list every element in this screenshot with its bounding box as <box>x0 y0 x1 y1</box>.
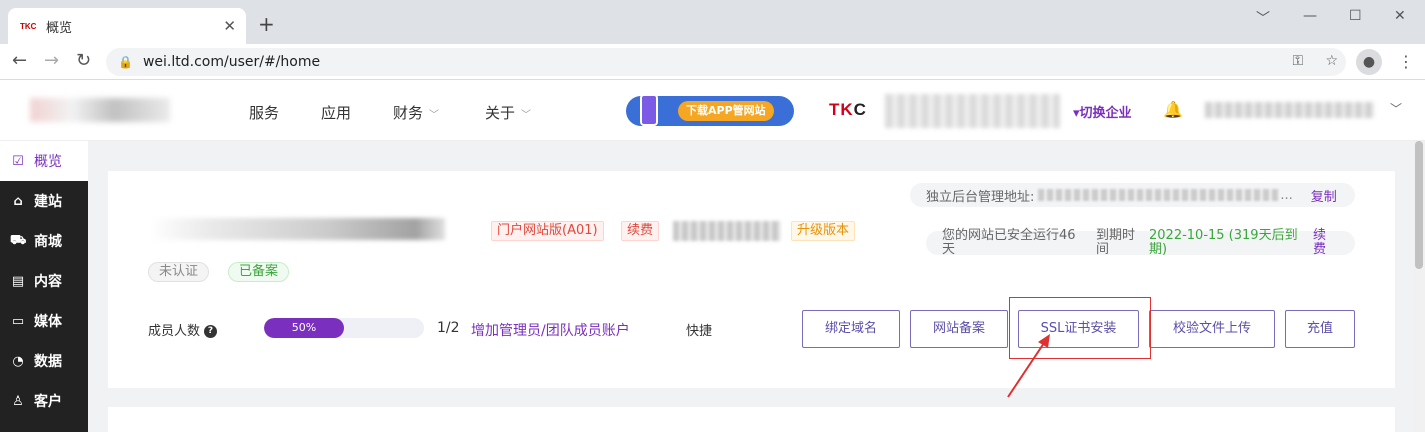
annotation-arrow-icon <box>1007 334 1050 398</box>
sidebar-item-media[interactable]: ▭ 媒体 <box>0 301 88 341</box>
running-days-text: 您的网站已安全运行46 天 <box>942 228 1076 257</box>
brand-logo: TKC <box>829 100 867 119</box>
pie-icon: ◔ <box>12 353 24 369</box>
tab-search-chevron-icon[interactable]: ﹀ <box>1256 8 1270 28</box>
nav-item-apps[interactable]: 应用 <box>321 102 351 123</box>
chevron-down-icon: ﹀ <box>429 110 440 121</box>
home-icon: ⌂ <box>13 193 23 209</box>
tab-title: 概览 <box>46 20 73 36</box>
forward-icon[interactable]: → <box>44 51 59 71</box>
chevron-down-icon: ﹀ <box>521 110 532 121</box>
nav-item-about[interactable]: 关于 ﹀ <box>485 102 531 123</box>
recharge-button[interactable]: 充值 <box>1285 310 1355 348</box>
phone-icon <box>640 94 658 126</box>
browser-toolbar: ← → ↻ 🔒 wei.ltd.com/user/#/home ⚿ ☆ <box>0 44 1425 80</box>
member-count-label: 成员人数? <box>148 320 218 339</box>
nav-item-service[interactable]: 服务 <box>249 102 279 123</box>
bind-domain-button[interactable]: 绑定域名 <box>802 310 900 348</box>
upgrade-badge[interactable]: 升级版本 <box>791 221 856 241</box>
admin-url-ellipsis: ... <box>1280 187 1293 203</box>
chevron-down-icon[interactable]: ﹀ <box>1390 100 1402 117</box>
site-filing-button[interactable]: 网站备案 <box>910 310 1008 348</box>
minimize-icon[interactable]: — <box>1303 8 1317 24</box>
copy-link[interactable]: 复制 <box>1311 186 1337 205</box>
tab-favicon-icon: TKC <box>20 21 37 31</box>
edition-badge: 门户网站版(A01) <box>491 221 604 241</box>
site-id <box>673 221 781 241</box>
document-icon: ▤ <box>11 273 25 289</box>
company-name <box>885 94 1060 128</box>
site-name <box>150 218 445 240</box>
new-tab-button[interactable]: + <box>258 14 275 34</box>
browser-tab-bar: TKC 概览 ✕ + ﹀ — ☐ ✕ <box>0 0 1425 44</box>
help-icon[interactable]: ? <box>204 325 218 338</box>
switch-company-link[interactable]: ▾切换企业 <box>1073 102 1132 121</box>
progress-fill: 50% <box>264 318 344 338</box>
download-app-banner[interactable]: 下载APP管网站 <box>626 94 794 126</box>
window-close-icon[interactable]: ✕ <box>1394 8 1406 24</box>
sidebar-item-customers[interactable]: ♙ 客户 <box>0 381 88 421</box>
add-member-link[interactable]: 增加管理员/团队成员账户 <box>471 320 630 340</box>
expire-label: 到期时间 <box>1096 228 1136 257</box>
omnibox-actions: ⚿ ☆ <box>1293 53 1338 69</box>
star-icon[interactable]: ☆ <box>1325 53 1338 69</box>
address-bar[interactable]: 🔒 wei.ltd.com/user/#/home ⚿ ☆ <box>106 48 1346 76</box>
browser-tab[interactable]: TKC 概览 ✕ <box>8 8 246 44</box>
more-menu-icon[interactable]: ⋮ <box>1398 52 1414 71</box>
video-icon: ▭ <box>11 313 25 329</box>
sidebar-item-data[interactable]: ◔ 数据 <box>0 341 88 381</box>
nav-item-finance[interactable]: 财务 ﹀ <box>393 102 439 123</box>
tab-close-icon[interactable]: ✕ <box>223 17 236 35</box>
admin-url <box>1038 189 1279 201</box>
sidebar-item-overview[interactable]: ☑ 概览 <box>0 141 88 181</box>
profile-icon[interactable]: ● <box>1356 49 1382 75</box>
filed-badge: 已备案 <box>228 262 290 282</box>
lock-icon: 🔒 <box>118 55 133 69</box>
admin-url-box: 独立后台管理地址: ... 复制 <box>910 183 1355 207</box>
back-icon[interactable]: ← <box>12 51 27 71</box>
cart-icon: ⛟ <box>10 232 27 248</box>
site-logo[interactable] <box>30 98 170 122</box>
member-progress-bar: 50% <box>264 318 424 338</box>
admin-url-label: 独立后台管理地址: <box>926 189 1035 205</box>
second-card <box>108 407 1395 432</box>
reload-icon[interactable]: ↻ <box>76 51 91 71</box>
download-app-label: 下载APP管网站 <box>678 101 774 121</box>
sidebar-item-shop[interactable]: ⛟ 商城 <box>0 221 88 261</box>
bell-icon[interactable]: 🔔 <box>1163 100 1183 119</box>
chart-icon: ☑ <box>12 153 24 169</box>
expire-date: 2022-10-15 (319天后到期) <box>1149 228 1298 257</box>
unverified-badge: 未认证 <box>148 262 210 282</box>
renew-badge[interactable]: 续费 <box>621 221 660 241</box>
url-text: wei.ltd.com/user/#/home <box>142 54 321 70</box>
verify-file-upload-button[interactable]: 校验文件上传 <box>1149 310 1275 348</box>
renew-link[interactable]: 续费 <box>1313 229 1333 257</box>
user-icon: ♙ <box>12 393 24 409</box>
maximize-icon[interactable]: ☐ <box>1349 8 1362 24</box>
quick-actions-label: 快捷 <box>686 324 713 339</box>
key-icon[interactable]: ⚿ <box>1293 53 1304 69</box>
sidebar-item-content[interactable]: ▤ 内容 <box>0 261 88 301</box>
scrollbar-thumb[interactable] <box>1415 141 1423 269</box>
user-account[interactable] <box>1205 102 1375 118</box>
sidebar-item-build[interactable]: ⌂ 建站 <box>0 181 88 221</box>
member-count: 1/2 <box>437 320 460 336</box>
site-header: 服务 应用 财务 ﹀ 关于 ﹀ 下载APP管网站 TKC ▾切换企业 🔔 ﹀ <box>0 80 1425 141</box>
